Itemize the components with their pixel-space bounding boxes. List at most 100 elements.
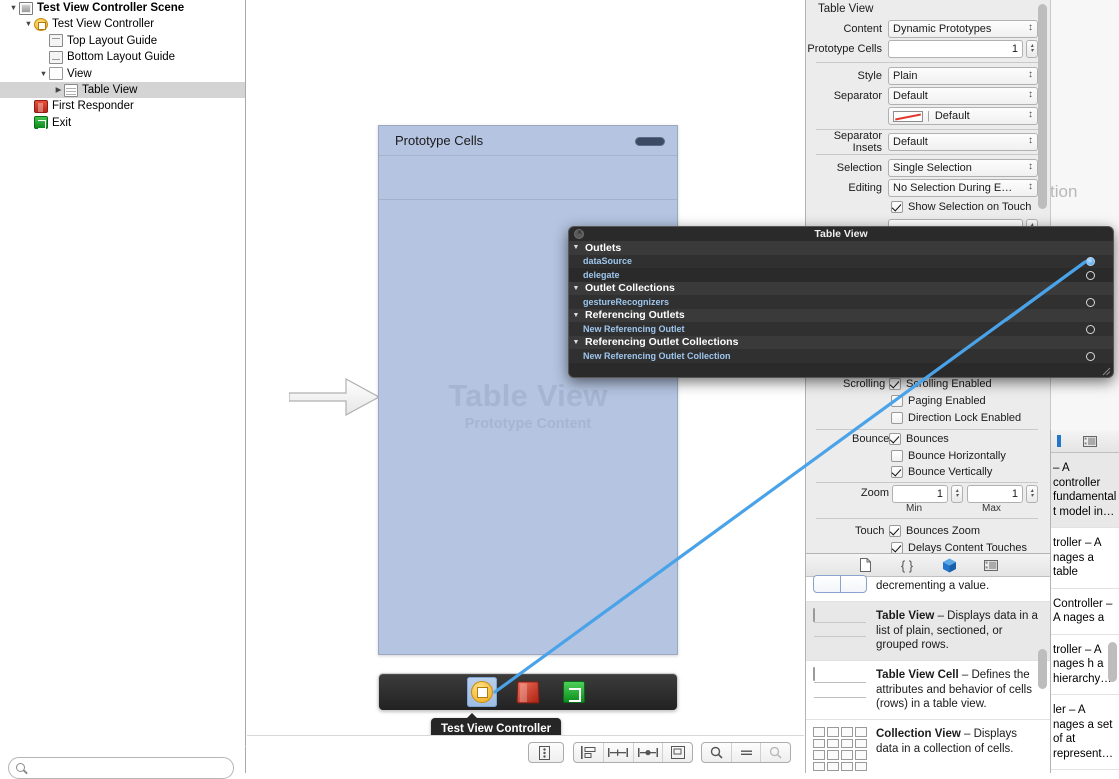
connection-item-new-referencing-outlet[interactable]: New Referencing Outlet: [569, 322, 1113, 336]
outline-row-bottom-layout-guide[interactable]: Bottom Layout Guide: [0, 49, 245, 65]
bounces-checkbox[interactable]: [889, 432, 901, 445]
inspector-row-content[interactable]: Content Dynamic Prototypes: [806, 19, 1038, 39]
prototype-cells-field[interactable]: 1: [888, 40, 1023, 58]
show-selection-on-touch-checkbox[interactable]: [891, 200, 903, 213]
list-item[interactable]: Controller – A nages a: [1051, 589, 1119, 635]
separator-color-popup[interactable]: | Default: [888, 107, 1038, 125]
disclosure-triangle-icon[interactable]: ▼: [23, 16, 34, 32]
secondary-object-library-panel[interactable]: – A controller fundamental t model in… t…: [1050, 430, 1119, 773]
disclosure-triangle-icon[interactable]: ▼: [8, 0, 19, 16]
disclosure-triangle-icon[interactable]: ▼: [569, 285, 583, 292]
document-outline-toggle-group[interactable]: [528, 742, 564, 763]
object-library-tab[interactable]: [940, 557, 958, 573]
outline-row-test-view-controller-scene[interactable]: ▼ Test View Controller Scene: [0, 0, 245, 16]
outline-row-exit[interactable]: Exit: [0, 115, 245, 131]
view-controller-dock-icon[interactable]: [467, 677, 497, 707]
zoom-min-stepper[interactable]: ▴ ▾: [951, 485, 963, 503]
bounce-vertically-checkbox[interactable]: [891, 465, 903, 478]
scrolling-enabled-checkbox[interactable]: [889, 377, 901, 390]
first-responder-dock-icon[interactable]: [513, 677, 543, 707]
list-item[interactable]: – A controller fundamental t model in…: [1051, 453, 1119, 528]
outline-row-view[interactable]: ▼ View: [0, 66, 245, 82]
zoom-max-stepper[interactable]: ▴ ▾: [1026, 485, 1038, 503]
prototype-cells-stepper[interactable]: ▴ ▾: [1026, 40, 1038, 58]
style-popup[interactable]: Plain: [888, 67, 1038, 85]
disclosure-triangle-icon[interactable]: ▼: [569, 339, 583, 346]
list-item[interactable]: ler – A nages a set of at represent…: [1051, 695, 1119, 770]
paging-enabled-row[interactable]: Paging Enabled: [891, 392, 986, 409]
zoom-out-button[interactable]: [702, 743, 731, 762]
exit-dock-icon[interactable]: [559, 677, 589, 707]
connection-well-new-referencing-outlet[interactable]: [1086, 324, 1095, 334]
connections-group-outlets[interactable]: ▼ Outlets: [569, 241, 1113, 255]
connection-well-gesturerecognizers[interactable]: [1086, 297, 1095, 307]
inspector-row-separator[interactable]: Separator Default: [806, 86, 1038, 106]
zoom-max-group[interactable]: 1 ▴ ▾: [967, 485, 1038, 503]
pin-button[interactable]: [604, 743, 633, 762]
list-item[interactable]: Table View Cell – Defines the attributes…: [806, 661, 1050, 720]
table-view-scene[interactable]: Prototype Cells Table View Prototype Con…: [378, 125, 678, 655]
bounces-zoom-checkbox[interactable]: [889, 524, 901, 537]
bounce-horizontally-row[interactable]: Bounce Horizontally: [891, 447, 1006, 464]
list-item[interactable]: troller – A nages a table: [1051, 528, 1119, 589]
separator-insets-popup[interactable]: Default: [888, 133, 1038, 151]
outline-row-table-view[interactable]: ▶ Table View: [0, 81, 245, 99]
selection-popup[interactable]: Single Selection: [888, 159, 1038, 177]
content-popup[interactable]: Dynamic Prototypes: [888, 20, 1038, 38]
zoom-min-group[interactable]: 1 ▴ ▾: [892, 485, 963, 503]
bounce-horizontally-checkbox[interactable]: [891, 449, 903, 462]
outline-filter-field[interactable]: [8, 757, 234, 779]
document-outline-toggle-button[interactable]: [529, 743, 559, 762]
connection-item-datasource[interactable]: dataSource: [569, 254, 1113, 268]
list-item[interactable]: decrementing a value.: [806, 575, 1050, 602]
disclosure-triangle-icon[interactable]: ▼: [569, 312, 583, 319]
disclosure-triangle-icon[interactable]: ▶: [53, 82, 64, 98]
file-template-library-tab[interactable]: [856, 557, 874, 573]
paging-enabled-checkbox[interactable]: [891, 394, 903, 407]
inspector-row-separator-insets[interactable]: Separator Insets Default: [806, 130, 1038, 154]
zoom-max-field[interactable]: 1: [967, 485, 1023, 503]
prototype-cell-row[interactable]: [379, 156, 677, 200]
zoom-actual-button[interactable]: [732, 743, 761, 762]
inspector-scrollbar[interactable]: [1038, 4, 1047, 209]
media-library-tab-2[interactable]: [1081, 433, 1099, 449]
touch-row[interactable]: Touch Bounces Zoom: [855, 522, 980, 539]
editing-popup[interactable]: No Selection During E…: [888, 179, 1038, 197]
scene-dock-bar[interactable]: [378, 673, 678, 711]
inspector-row-separator-color[interactable]: | Default: [806, 106, 1038, 126]
zoom-in-button[interactable]: [761, 743, 790, 762]
outline-row-test-view-controller[interactable]: ▼ Test View Controller: [0, 16, 245, 32]
zoom-min-field[interactable]: 1: [892, 485, 948, 503]
outline-row-top-layout-guide[interactable]: Top Layout Guide: [0, 33, 245, 49]
auto-layout-toolbar-group[interactable]: [573, 742, 693, 763]
list-item[interactable]: Table View – Displays data in a list of …: [806, 602, 1050, 661]
connection-well-delegate[interactable]: [1086, 270, 1095, 280]
connections-group-referencing-outlets[interactable]: ▼ Referencing Outlets: [569, 308, 1113, 322]
canvas-bottom-toolbar[interactable]: [247, 735, 804, 773]
list-item[interactable]: Collection View – Displays data in a col…: [806, 720, 1050, 773]
secondary-library-tab-bar[interactable]: [1051, 430, 1119, 453]
resize-grip-icon[interactable]: [1102, 367, 1111, 376]
direction-lock-enabled-checkbox[interactable]: [891, 411, 903, 424]
connection-well-new-referencing-outlet-collection[interactable]: [1086, 351, 1095, 361]
separator-popup[interactable]: Default: [888, 87, 1038, 105]
inspector-row-prototype-cells[interactable]: Prototype Cells 1 ▴ ▾: [806, 39, 1038, 59]
library-tab-bar[interactable]: { }: [806, 554, 1050, 577]
zoom-toolbar-group[interactable]: [701, 742, 791, 763]
bounce-vertically-row[interactable]: Bounce Vertically: [891, 463, 992, 480]
show-selection-on-touch-row[interactable]: Show Selection on Touch: [891, 198, 1031, 215]
inspector-row-style[interactable]: Style Plain: [806, 66, 1038, 86]
secondary-library-scrollbar[interactable]: [1108, 642, 1117, 682]
bounce-row[interactable]: Bounce Bounces: [852, 430, 949, 447]
document-outline-panel[interactable]: ▼ Test View Controller Scene ▼ Test View Co…: [0, 0, 246, 746]
delays-content-touches-row[interactable]: Delays Content Touches: [891, 539, 1027, 553]
connection-item-gesturerecognizers[interactable]: gestureRecognizers: [569, 295, 1113, 309]
resize-behavior-button[interactable]: [663, 743, 692, 762]
connection-item-new-referencing-outlet-collection[interactable]: New Referencing Outlet Collection: [569, 349, 1113, 363]
connections-popup[interactable]: Table View ▼ Outlets dataSource delegate…: [568, 226, 1114, 378]
object-library-panel[interactable]: { } decrementing a value. Table View – D…: [805, 553, 1050, 773]
library-scrollbar[interactable]: [1038, 649, 1047, 689]
outline-row-first-responder[interactable]: First Responder: [0, 98, 245, 114]
connections-group-referencing-outlet-collections[interactable]: ▼ Referencing Outlet Collections: [569, 335, 1113, 349]
code-snippet-library-tab[interactable]: { }: [898, 557, 916, 573]
